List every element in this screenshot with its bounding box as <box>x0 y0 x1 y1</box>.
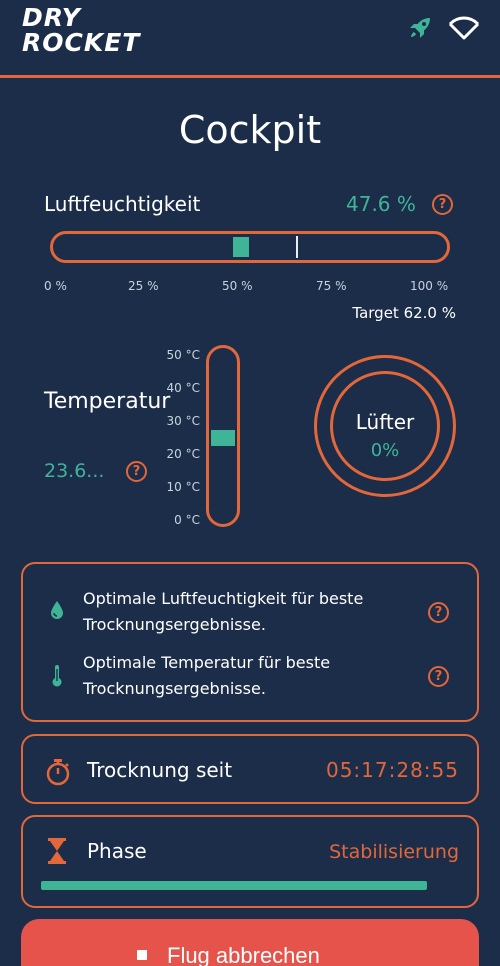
humidity-tick-label: 100 % <box>410 279 449 293</box>
abort-flight-button[interactable]: Flug abbrechen <box>21 919 479 966</box>
drying-time-label: Trocknung seit <box>87 758 233 782</box>
temperature-gauge <box>206 345 240 527</box>
logo-line1: DRY <box>22 3 81 32</box>
temperature-tick-label: 40 °C <box>166 381 200 395</box>
page-title: Cockpit <box>178 108 322 152</box>
temperature-scale: 50 °C 40 °C 30 °C 20 °C 10 °C 0 °C <box>150 344 204 529</box>
logo: DRY ROCKET <box>22 5 140 55</box>
stop-icon <box>137 950 147 960</box>
phase-value: Stabilisierung <box>329 841 459 863</box>
phase-label: Phase <box>87 839 147 863</box>
info-text-temperature: Optimale Temperatur für beste Trocknungs… <box>83 653 331 698</box>
drying-time-value: 05:17:28:55 <box>325 758 459 782</box>
info-text-humidity: Optimale Luftfeuchtigkeit für beste Troc… <box>83 589 364 634</box>
temperature-gauge-indicator <box>211 429 235 446</box>
phase-progress-bar <box>41 881 427 890</box>
temperature-tick-label: 20 °C <box>166 447 200 461</box>
phase-card: Phase Stabilisierung <box>21 815 479 908</box>
fan-label: Lüfter <box>355 410 415 434</box>
humidity-target-label: Target 62.0 % <box>352 304 456 322</box>
humidity-bar <box>50 231 450 263</box>
info-row-temperature: Optimale Temperatur für beste Trocknungs… <box>23 650 477 704</box>
info-temperature-help-icon[interactable]: ? <box>428 666 449 687</box>
info-humidity-help-icon[interactable]: ? <box>428 602 449 623</box>
stopwatch-icon <box>45 758 71 790</box>
temperature-tick-label: 0 °C <box>174 513 200 527</box>
humidity-scale: 0 % 25 % 50 % 75 % 100 % <box>44 279 458 295</box>
humidity-help-icon[interactable]: ? <box>432 194 453 215</box>
humidity-target-marker <box>296 236 299 258</box>
humidity-value: 47.6 % <box>346 192 416 216</box>
rocket-icon[interactable] <box>406 14 434 46</box>
info-row-humidity: Optimale Luftfeuchtigkeit für beste Troc… <box>23 586 477 640</box>
temperature-help-icon[interactable]: ? <box>126 461 147 482</box>
temperature-value: 23.6... <box>44 460 105 482</box>
info-card: Optimale Luftfeuchtigkeit für beste Troc… <box>21 562 479 722</box>
fan-value: 0% <box>370 440 400 461</box>
temperature-tick-label: 10 °C <box>166 480 200 494</box>
drying-time-card: Trocknung seit 05:17:28:55 <box>21 734 479 804</box>
app-header: DRY ROCKET <box>0 0 500 78</box>
app-root: DRY ROCKET Cockpit Luftfeuchtigkeit 47.6… <box>0 0 500 966</box>
temperature-label: Temperatur <box>44 389 171 414</box>
abort-flight-label: Flug abbrechen <box>167 943 320 966</box>
humidity-tick-label: 75 % <box>316 279 347 293</box>
hourglass-icon <box>47 837 67 869</box>
logo-line2: ROCKET <box>22 28 141 57</box>
temperature-tick-label: 50 °C <box>166 348 200 362</box>
humidity-bar-indicator <box>232 237 249 257</box>
wifi-icon[interactable] <box>448 16 480 44</box>
humidity-tick-label: 50 % <box>222 279 253 293</box>
water-drop-icon <box>49 600 65 624</box>
temperature-tick-label: 30 °C <box>166 414 200 428</box>
thermometer-icon <box>49 664 65 692</box>
humidity-tick-label: 25 % <box>128 279 159 293</box>
humidity-label: Luftfeuchtigkeit <box>44 192 201 216</box>
humidity-tick-label: 0 % <box>44 279 67 293</box>
